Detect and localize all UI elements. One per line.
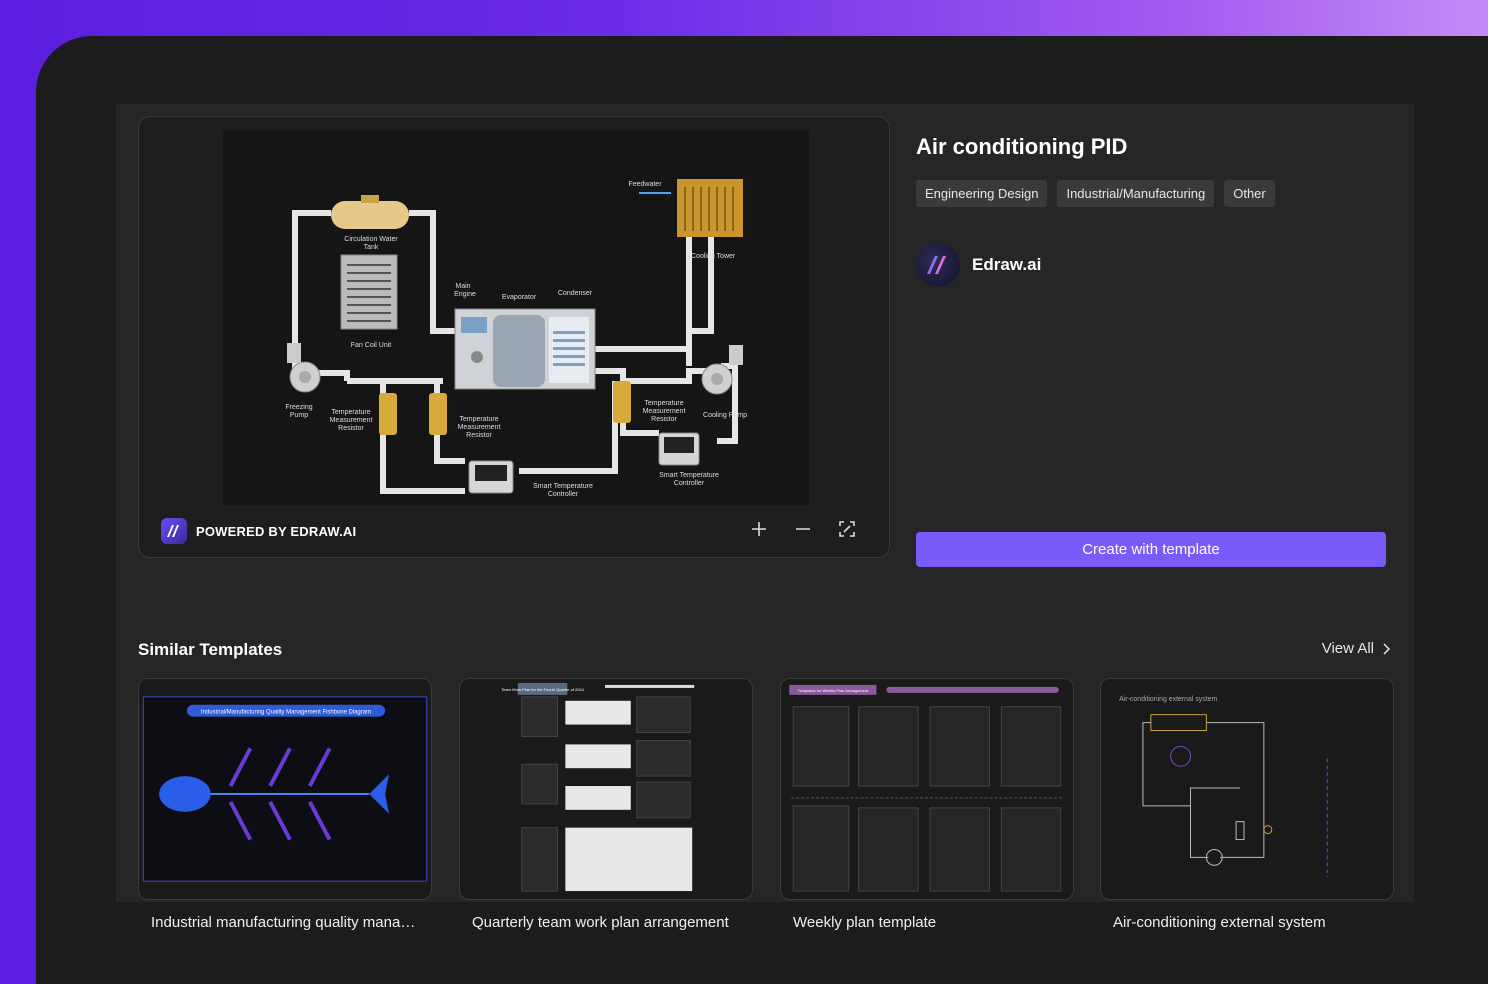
fan-coil-unit (340, 254, 398, 330)
label-fan-coil: Fan Coil Unit (351, 342, 392, 349)
create-with-template-button[interactable]: Create with template (916, 532, 1386, 567)
tag-list: Engineering Design Industrial/Manufactur… (916, 180, 1388, 207)
similar-templates-heading: Similar Templates (138, 640, 283, 659)
label-main-engine-2: Engine (454, 291, 476, 298)
pid-diagram: Circulation Water Tank Fan Coil Unit Fre… (223, 131, 809, 507)
powered-by-label: POWERED BY EDRAW.AI (196, 523, 357, 539)
label-condenser: Condenser (558, 290, 593, 297)
label-freezing-pump: Freezing (285, 404, 312, 411)
template-card[interactable]: Industrial/Manufacturing Quality Managem… (138, 678, 432, 931)
template-detail-panel: Circulation Water Tank Fan Coil Unit Fre… (116, 104, 1414, 931)
label-resistor-b-2: Measurement (458, 424, 501, 431)
template-card[interactable]: Team Work Plan for the Fourth Quarter of… (459, 678, 753, 931)
pid-diagram-svg: Circulation Water Tank Fan Coil Unit Fre… (285, 179, 747, 498)
chevron-right-icon (1383, 642, 1390, 655)
view-all-link[interactable]: View All (1322, 640, 1390, 657)
label-resistor-b-3: Resistor (466, 432, 492, 439)
thumb-title-4: Air-conditioning external system (1119, 696, 1217, 703)
label-cooling-tower: Cooling Tower (691, 253, 736, 260)
label-resistor-c-3: Resistor (651, 416, 677, 423)
app-window: Circulation Water Tank Fan Coil Unit Fre… (36, 36, 1488, 984)
template-card[interactable]: Templates for Weekly Plan Arrangement We… (780, 678, 1074, 931)
template-card-label[interactable]: Weekly plan template (793, 914, 1063, 931)
label-circulation-tank: Circulation Water (344, 236, 398, 243)
label-smart-controller-a: Smart Temperature (533, 483, 593, 490)
template-preview[interactable]: Circulation Water Tank Fan Coil Unit Fre… (138, 116, 890, 558)
view-all-label: View All (1321, 640, 1374, 657)
smart-controller-b (658, 432, 700, 466)
label-smart-controller-b: Smart Temperature (659, 472, 719, 479)
template-thumbnail[interactable]: Air-conditioning external system (1100, 678, 1394, 900)
tag-industrial-manufacturing[interactable]: Industrial/Manufacturing (1057, 180, 1215, 207)
label-resistor-c: Temperature (644, 400, 683, 407)
label-resistor-a-3: Resistor (338, 425, 364, 432)
template-thumbnail[interactable]: Templates for Weekly Plan Arrangement (780, 678, 1074, 900)
template-card-label[interactable]: Industrial manufacturing quality managem… (151, 914, 421, 931)
freezing-pump (287, 343, 321, 393)
template-card[interactable]: Air-conditioning external system Air-con… (1100, 678, 1394, 931)
label-resistor-a-2: Measurement (330, 417, 373, 424)
edraw-logo-icon (161, 518, 187, 544)
tag-other[interactable]: Other (1224, 180, 1275, 207)
preview-toolbar: POWERED BY EDRAW.AI (139, 505, 889, 557)
template-info: Air conditioning PID Engineering Design … (916, 134, 1388, 287)
smart-controller-a (468, 460, 514, 494)
thumb-title-1: Industrial/Manufacturing Quality Managem… (201, 710, 371, 716)
zoom-out-icon[interactable] (791, 517, 815, 541)
label-resistor-a: Temperature (331, 409, 370, 416)
author-name: Edraw.ai (972, 255, 1042, 274)
label-resistor-c-2: Measurement (643, 408, 686, 415)
tag-engineering-design[interactable]: Engineering Design (916, 180, 1048, 207)
template-title: Air conditioning PID (916, 134, 1128, 159)
label-circulation-tank-2: Tank (364, 244, 379, 251)
label-smart-controller-a-2: Controller (548, 491, 579, 498)
zoom-in-icon[interactable] (747, 517, 771, 541)
label-evaporator: Evaporator (502, 294, 537, 301)
chiller-unit (454, 308, 596, 390)
label-freezing-pump-2: Pump (290, 412, 308, 419)
avatar (916, 243, 960, 287)
fullscreen-icon[interactable] (835, 517, 859, 541)
similar-templates-grid: Industrial/Manufacturing Quality Managem… (138, 678, 1394, 931)
label-resistor-b: Temperature (459, 416, 498, 423)
label-smart-controller-b-2: Controller (674, 480, 705, 487)
zoom-controls (747, 517, 859, 541)
thumb-title-3: Templates for Weekly Plan Arrangement (798, 688, 869, 693)
author-row[interactable]: Edraw.ai (916, 243, 1388, 287)
template-card-label[interactable]: Air-conditioning external system (1113, 914, 1383, 931)
label-feedwater: Feedwater (628, 181, 662, 188)
template-card-label[interactable]: Quarterly team work plan arrangement (472, 914, 742, 931)
cooling-tower (677, 179, 743, 237)
label-cooling-pump: Cooling Pump (703, 412, 747, 419)
template-thumbnail[interactable]: Industrial/Manufacturing Quality Managem… (138, 678, 432, 900)
template-thumbnail[interactable]: Team Work Plan for the Fourth Quarter of… (459, 678, 753, 900)
water-tank (331, 195, 409, 229)
label-main-engine: Main (455, 283, 470, 290)
thumb-title-2: Team Work Plan for the Fourth Quarter of… (501, 687, 584, 692)
